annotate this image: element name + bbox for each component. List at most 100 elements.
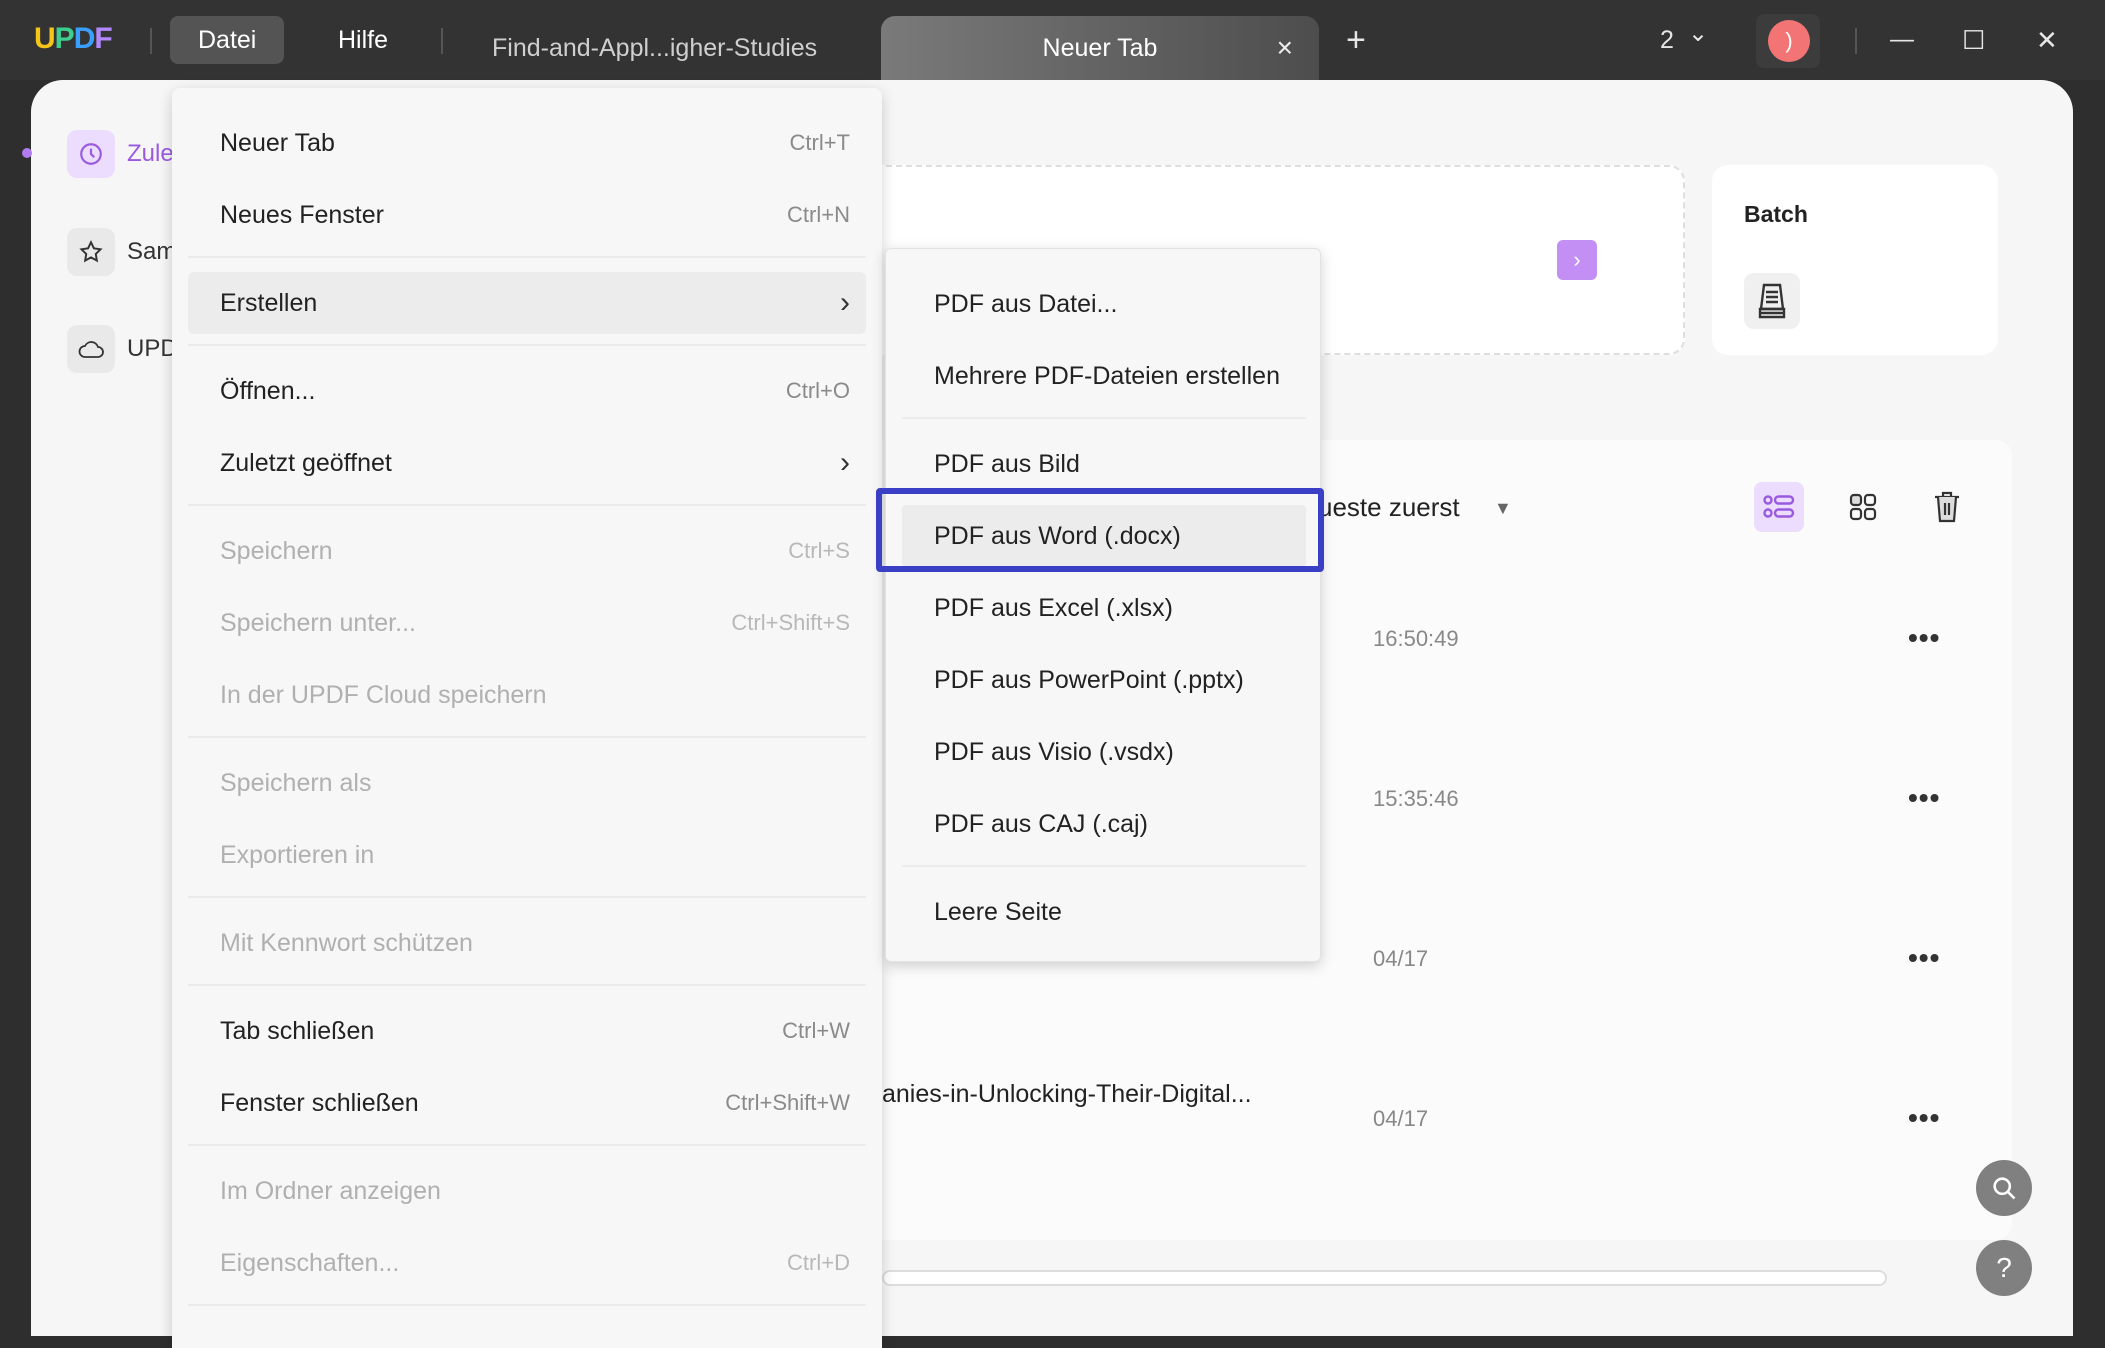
file-time: 04/17 [1373, 1106, 1429, 1131]
new-tab-icon[interactable]: + [1346, 0, 1366, 80]
menu-separator [188, 984, 866, 986]
help-button[interactable]: ? [1976, 1240, 2032, 1296]
star-icon [67, 228, 115, 276]
list-view-icon [1763, 495, 1795, 518]
active-indicator [22, 148, 32, 158]
menu-separator [188, 1304, 866, 1306]
submenu-item-blank-page[interactable]: Leere Seite [902, 881, 1306, 943]
menu-item-show-in-folder[interactable]: Im Ordner anzeigen [188, 1160, 866, 1222]
menu-separator [902, 417, 1306, 419]
submenu-item-pdf-from-image[interactable]: PDF aus Bild [902, 433, 1306, 495]
menu-item-recent[interactable]: Zuletzt geöffnet › [188, 432, 866, 494]
title-bar: UPDF Datei Hilfe Find-and-Appl...igher-S… [0, 0, 2105, 80]
menu-item-save-as[interactable]: Speichern unter... Ctrl+Shift+S [188, 592, 866, 654]
more-options-icon[interactable]: ••• [1908, 942, 1940, 974]
menu-item-close-tab[interactable]: Tab schließen Ctrl+W [188, 1000, 866, 1062]
cloud-icon [67, 325, 115, 373]
menu-separator [188, 256, 866, 258]
tab-neuer-tab[interactable]: Neuer Tab × [881, 16, 1319, 80]
menu-separator [188, 344, 866, 346]
submenu-item-pdf-from-excel[interactable]: PDF aus Excel (.xlsx) [902, 577, 1306, 639]
menu-item-export[interactable]: Exportieren in [188, 824, 866, 886]
menu-datei[interactable]: Datei [170, 16, 285, 64]
file-name[interactable]: anies-in-Unlocking-Their-Digital... [882, 1080, 1252, 1109]
avatar: ) [1768, 20, 1810, 62]
menu-item-properties[interactable]: Eigenschaften... Ctrl+D [188, 1232, 866, 1294]
file-time: 16:50:49 [1373, 626, 1459, 651]
menu-item-open[interactable]: Öffnen... Ctrl+O [188, 360, 866, 422]
avatar-button[interactable]: ) [1756, 14, 1820, 68]
sort-dropdown[interactable]: ueste zuerst [1318, 492, 1460, 523]
shortcut: Ctrl+S [788, 538, 850, 563]
shortcut: Ctrl+T [789, 130, 851, 155]
more-options-icon[interactable]: ••• [1908, 782, 1940, 814]
divider [150, 28, 152, 54]
menu-item-protect-password[interactable]: Mit Kennwort schützen [188, 912, 866, 974]
create-submenu: PDF aus Datei... Mehrere PDF-Dateien ers… [885, 248, 1321, 962]
chevron-right-icon: › [840, 286, 850, 319]
shortcut: Ctrl+Shift+W [725, 1090, 850, 1115]
close-tab-icon[interactable]: × [1277, 16, 1293, 80]
batch-title: Batch [1744, 201, 1808, 227]
tab-label: Neuer Tab [1042, 34, 1158, 62]
sidebar-item-starred[interactable]: Sam [67, 228, 176, 276]
chevron-down-icon[interactable]: ⌄ [1688, 0, 1708, 74]
maximize-icon[interactable]: ☐ [1962, 0, 1985, 80]
submenu-item-pdf-from-powerpoint[interactable]: PDF aus PowerPoint (.pptx) [902, 649, 1306, 711]
more-options-icon[interactable]: ••• [1908, 622, 1940, 654]
menu-item-save[interactable]: Speichern Ctrl+S [188, 520, 866, 582]
shortcut: Ctrl+W [782, 1018, 850, 1043]
shortcut: Ctrl+D [787, 1250, 850, 1275]
divider [441, 28, 443, 54]
sidebar-item-recent[interactable]: Zule [67, 130, 174, 178]
horizontal-scrollbar[interactable] [882, 1270, 1887, 1286]
menu-item-close-window[interactable]: Fenster schließen Ctrl+Shift+W [188, 1072, 866, 1134]
menu-item-create[interactable]: Erstellen › [188, 272, 866, 334]
menu-separator [188, 1144, 866, 1146]
list-view-button[interactable] [1754, 482, 1804, 532]
menu-item-new-tab[interactable]: Neuer Tab Ctrl+T [188, 112, 866, 174]
divider [1855, 28, 1857, 54]
chevron-right-icon: › [840, 446, 850, 479]
file-time: 15:35:46 [1373, 786, 1459, 811]
file-time: 04/17 [1373, 946, 1429, 971]
shortcut: Ctrl+Shift+S [731, 610, 850, 635]
batch-card[interactable]: Batch [1712, 165, 1998, 355]
delete-button[interactable] [1922, 482, 1972, 532]
more-options-icon[interactable]: ••• [1908, 1102, 1940, 1134]
grid-view-button[interactable] [1838, 482, 1888, 532]
window-count[interactable]: 2 [1660, 0, 1674, 80]
submenu-item-pdf-from-caj[interactable]: PDF aus CAJ (.caj) [902, 793, 1306, 855]
menu-item-save-as-format[interactable]: Speichern als [188, 752, 866, 814]
submenu-item-pdf-from-file[interactable]: PDF aus Datei... [902, 273, 1306, 335]
grid-view-icon [1849, 493, 1877, 521]
menu-hilfe[interactable]: Hilfe [310, 16, 416, 64]
menu-separator [188, 504, 866, 506]
shortcut: Ctrl+O [785, 378, 850, 403]
file-menu: Neuer Tab Ctrl+T Neues Fenster Ctrl+N Erst… [172, 88, 882, 1348]
chevron-right-icon[interactable]: › [1557, 240, 1597, 280]
menu-separator [902, 865, 1306, 867]
menu-separator [188, 736, 866, 738]
submenu-item-create-multiple[interactable]: Mehrere PDF-Dateien erstellen [902, 345, 1306, 407]
menu-separator [188, 896, 866, 898]
search-icon [1993, 1177, 2016, 1200]
batch-stack-icon [1744, 273, 1800, 329]
menu-item-new-window[interactable]: Neues Fenster Ctrl+N [188, 184, 866, 246]
close-window-icon[interactable]: ✕ [2036, 0, 2058, 80]
tab-document[interactable]: Find-and-Appl...igher-Studies [492, 16, 852, 80]
tab-label: Find-and-Appl...igher-Studies [492, 34, 818, 62]
sidebar-item-label: Sam [127, 238, 177, 265]
sidebar-item-label: UPD [127, 335, 178, 362]
shortcut: Ctrl+N [787, 202, 850, 227]
sidebar-item-label: Zule [127, 140, 174, 167]
submenu-item-pdf-from-word[interactable]: PDF aus Word (.docx) [902, 505, 1306, 567]
menu-item-save-cloud[interactable]: In der UPDF Cloud speichern [188, 664, 866, 726]
caret-down-icon[interactable]: ▼ [1494, 498, 1512, 519]
submenu-item-pdf-from-visio[interactable]: PDF aus Visio (.vsdx) [902, 721, 1306, 783]
sidebar-item-cloud[interactable]: UPD [67, 325, 178, 373]
updf-logo: UPDF [34, 22, 113, 55]
search-button[interactable] [1976, 1160, 2032, 1216]
minimize-icon[interactable]: — [1890, 0, 1914, 80]
clock-icon [67, 130, 115, 178]
